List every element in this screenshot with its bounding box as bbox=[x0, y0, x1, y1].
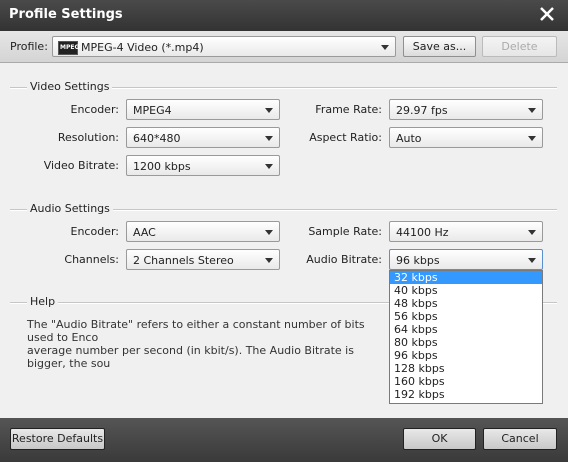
profile-bar: Profile: MPEG MPEG-4 Video (*.mp4) Save … bbox=[0, 31, 568, 63]
resolution-label: Resolution: bbox=[57, 131, 119, 144]
profile-label: Profile: bbox=[10, 40, 48, 53]
save-as-button[interactable]: Save as... bbox=[403, 36, 476, 57]
chevron-down-icon bbox=[265, 164, 273, 169]
title-bar: Profile Settings bbox=[0, 0, 568, 31]
frame-rate-select[interactable]: 29.97 fps bbox=[389, 99, 543, 120]
audio-bitrate-dropdown[interactable]: 32 kbps 40 kbps 48 kbps 56 kbps 64 kbps 80 kb… bbox=[389, 270, 543, 404]
footer-bar: Restore Defaults OK Cancel bbox=[0, 418, 568, 462]
video-settings-title: Video Settings bbox=[27, 80, 113, 93]
profile-select[interactable]: MPEG MPEG-4 Video (*.mp4) bbox=[52, 36, 396, 57]
resolution-select[interactable]: 640*480 bbox=[126, 127, 280, 148]
aspect-ratio-select[interactable]: Auto bbox=[389, 127, 543, 148]
bitrate-option[interactable]: 160 kbps bbox=[390, 375, 542, 388]
profile-value: MPEG-4 Video (*.mp4) bbox=[81, 41, 204, 54]
audio-bitrate-value: 96 kbps bbox=[396, 254, 440, 267]
chevron-down-icon bbox=[265, 230, 273, 235]
help-text: The "Audio Bitrate" refers to either a c… bbox=[27, 318, 387, 370]
channels-value: 2 Channels Stereo bbox=[133, 254, 234, 267]
video-bitrate-label: Video Bitrate: bbox=[43, 159, 119, 172]
frame-rate-value: 29.97 fps bbox=[396, 104, 448, 117]
mpeg-icon: MPEG bbox=[58, 41, 79, 55]
close-icon[interactable] bbox=[538, 5, 556, 23]
channels-select[interactable]: 2 Channels Stereo bbox=[126, 249, 280, 270]
bitrate-option[interactable]: 40 kbps bbox=[390, 284, 542, 297]
video-encoder-select[interactable]: MPEG4 bbox=[126, 99, 280, 120]
frame-rate-label: Frame Rate: bbox=[315, 103, 382, 116]
video-encoder-label: Encoder: bbox=[70, 103, 120, 116]
bitrate-option[interactable]: 128 kbps bbox=[390, 362, 542, 375]
aspect-ratio-value: Auto bbox=[396, 132, 422, 145]
chevron-down-icon bbox=[265, 108, 273, 113]
help-line-2: average number per second (in kbit/s). T… bbox=[27, 344, 354, 370]
cancel-button[interactable]: Cancel bbox=[483, 428, 557, 450]
help-title: Help bbox=[27, 295, 59, 308]
help-line-1: The "Audio Bitrate" refers to either a c… bbox=[27, 318, 365, 344]
video-encoder-value: MPEG4 bbox=[133, 104, 172, 117]
sample-rate-select[interactable]: 44100 Hz bbox=[389, 221, 543, 242]
bitrate-option[interactable]: 96 kbps bbox=[390, 349, 542, 362]
audio-encoder-select[interactable]: AAC bbox=[126, 221, 280, 242]
chevron-down-icon bbox=[381, 45, 389, 50]
delete-button[interactable]: Delete bbox=[482, 36, 557, 57]
video-bitrate-value: 1200 kbps bbox=[133, 160, 191, 173]
bitrate-option[interactable]: 64 kbps bbox=[390, 323, 542, 336]
resolution-value: 640*480 bbox=[133, 132, 181, 145]
bitrate-option[interactable]: 32 kbps bbox=[390, 271, 542, 284]
chevron-down-icon bbox=[265, 258, 273, 263]
ok-button[interactable]: OK bbox=[403, 428, 476, 450]
chevron-down-icon bbox=[528, 230, 536, 235]
bitrate-option[interactable]: 192 kbps bbox=[390, 388, 542, 401]
channels-label: Channels: bbox=[64, 253, 119, 266]
audio-settings-title: Audio Settings bbox=[27, 202, 113, 215]
audio-encoder-value: AAC bbox=[133, 226, 156, 239]
chevron-down-icon bbox=[528, 258, 536, 263]
audio-bitrate-label: Audio Bitrate: bbox=[306, 253, 382, 266]
chevron-down-icon bbox=[265, 136, 273, 141]
aspect-ratio-label: Aspect Ratio: bbox=[309, 131, 382, 144]
audio-encoder-label: Encoder: bbox=[70, 225, 120, 238]
chevron-down-icon bbox=[528, 108, 536, 113]
audio-bitrate-select[interactable]: 96 kbps bbox=[389, 249, 543, 270]
bitrate-option[interactable]: 48 kbps bbox=[390, 297, 542, 310]
sample-rate-value: 44100 Hz bbox=[396, 226, 449, 239]
bitrate-option[interactable]: 80 kbps bbox=[390, 336, 542, 349]
video-bitrate-select[interactable]: 1200 kbps bbox=[126, 155, 280, 176]
window-title: Profile Settings bbox=[9, 7, 123, 22]
restore-defaults-button[interactable]: Restore Defaults bbox=[10, 428, 105, 450]
sample-rate-label: Sample Rate: bbox=[308, 225, 382, 238]
chevron-down-icon bbox=[528, 136, 536, 141]
bitrate-option[interactable]: 56 kbps bbox=[390, 310, 542, 323]
